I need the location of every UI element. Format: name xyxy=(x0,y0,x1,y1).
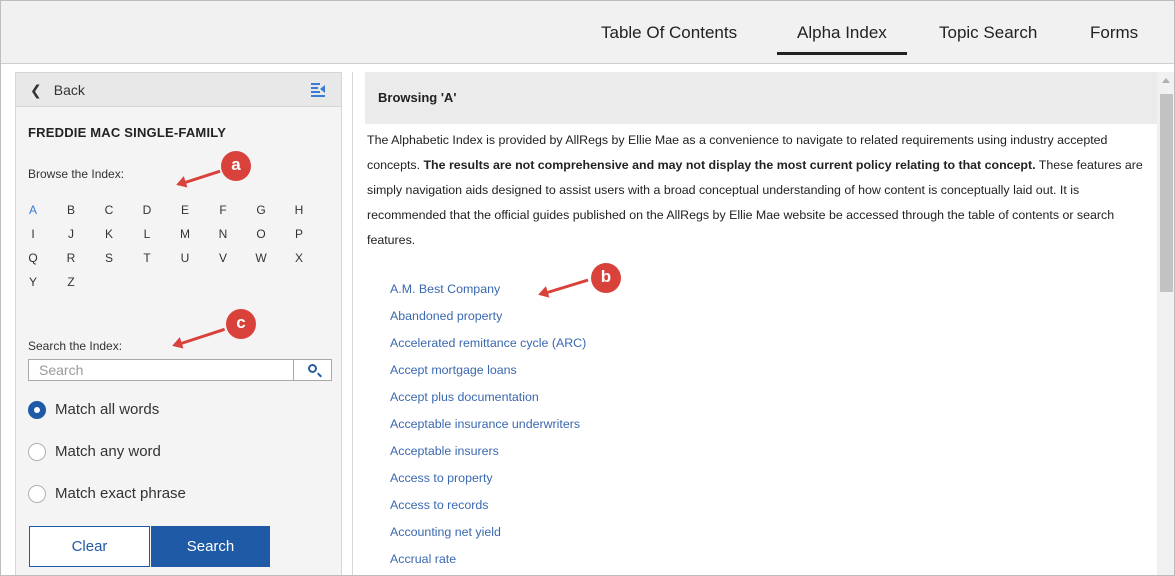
letter-link-d[interactable]: D xyxy=(137,203,157,217)
radio-label: Match all words xyxy=(55,401,160,418)
index-link[interactable]: Accept mortgage loans xyxy=(390,363,517,377)
letter-link-l[interactable]: L xyxy=(137,227,157,241)
search-field xyxy=(28,359,332,381)
chevron-left-icon: ❮ xyxy=(30,82,42,98)
search-input[interactable] xyxy=(39,362,289,378)
letter-link-t[interactable]: T xyxy=(137,251,157,265)
scroll-up-arrow-icon[interactable] xyxy=(1162,78,1170,83)
letter-link-w[interactable]: W xyxy=(251,251,271,265)
tab-forms[interactable]: Forms xyxy=(1090,23,1138,43)
collapse-panel-icon[interactable] xyxy=(311,82,325,97)
index-sidebar: ❮ Back FREDDIE MAC SINGLE-FAMILY Browse t… xyxy=(15,72,342,575)
letter-link-c[interactable]: C xyxy=(99,203,119,217)
clear-button[interactable]: Clear xyxy=(29,526,150,567)
browse-index-label: Browse the Index: xyxy=(28,167,125,181)
index-link[interactable]: Access to records xyxy=(390,498,488,512)
tab-alpha-index[interactable]: Alpha Index xyxy=(777,23,907,55)
letter-link-k[interactable]: K xyxy=(99,227,119,241)
letter-link-n[interactable]: N xyxy=(213,227,233,241)
index-link[interactable]: A.M. Best Company xyxy=(390,282,500,296)
index-link[interactable]: Acceptable insurers xyxy=(390,444,499,458)
browse-header: Browsing 'A' xyxy=(365,72,1157,124)
intro-paragraph: The Alphabetic Index is provided by AllR… xyxy=(367,128,1152,253)
vertical-scrollbar[interactable] xyxy=(1157,72,1174,575)
letter-link-e[interactable]: E xyxy=(175,203,195,217)
index-link[interactable]: Abandoned property xyxy=(390,309,502,323)
index-results-panel: Browsing 'A' The Alphabetic Index is pro… xyxy=(352,72,1174,575)
letter-link-i[interactable]: I xyxy=(23,227,43,241)
search-submit-button[interactable] xyxy=(293,360,331,380)
tab-topic-search[interactable]: Topic Search xyxy=(939,23,1037,43)
browse-title: Browsing 'A' xyxy=(378,90,457,105)
back-label: Back xyxy=(53,82,85,98)
letter-link-v[interactable]: V xyxy=(213,251,233,265)
index-link[interactable]: Access to property xyxy=(390,471,493,485)
letter-link-u[interactable]: U xyxy=(175,251,195,265)
search-icon xyxy=(308,364,317,373)
letter-link-z[interactable]: Z xyxy=(61,275,81,289)
letter-link-m[interactable]: M xyxy=(175,227,195,241)
index-link[interactable]: Accounting net yield xyxy=(390,525,501,539)
index-link[interactable]: Accept plus documentation xyxy=(390,390,539,404)
sidebar-header: ❮ Back xyxy=(16,73,341,107)
back-button[interactable]: ❮ Back xyxy=(30,82,85,99)
callout-b-badge: b xyxy=(591,263,621,293)
radio-selected-icon xyxy=(28,401,46,419)
letter-link-j[interactable]: J xyxy=(61,227,81,241)
radio-unselected-icon xyxy=(28,485,46,503)
top-navigation: Table Of Contents Alpha Index Topic Sear… xyxy=(1,1,1174,64)
letter-link-h[interactable]: H xyxy=(289,203,309,217)
index-link[interactable]: Acceptable insurance underwriters xyxy=(390,417,580,431)
sidebar-title: FREDDIE MAC SINGLE-FAMILY xyxy=(28,125,227,140)
tab-table-of-contents[interactable]: Table Of Contents xyxy=(601,23,737,43)
letter-link-f[interactable]: F xyxy=(213,203,233,217)
letter-link-o[interactable]: O xyxy=(251,227,271,241)
letter-link-p[interactable]: P xyxy=(289,227,309,241)
radio-label: Match any word xyxy=(55,443,161,460)
scrollbar-thumb[interactable] xyxy=(1160,94,1173,292)
letter-link-r[interactable]: R xyxy=(61,251,81,265)
radio-label: Match exact phrase xyxy=(55,485,186,502)
letter-link-y[interactable]: Y xyxy=(23,275,43,289)
letter-link-g[interactable]: G xyxy=(251,203,271,217)
letter-link-x[interactable]: X xyxy=(289,251,309,265)
letter-link-b[interactable]: B xyxy=(61,203,81,217)
index-link[interactable]: Accrual rate xyxy=(390,552,456,566)
index-link[interactable]: Accelerated remittance cycle (ARC) xyxy=(390,336,586,350)
letter-link-s[interactable]: S xyxy=(99,251,119,265)
letter-link-q[interactable]: Q xyxy=(23,251,43,265)
search-index-label: Search the Index: xyxy=(28,339,123,353)
callout-a-badge: a xyxy=(221,151,251,181)
radio-unselected-icon xyxy=(28,443,46,461)
app-window: Table Of Contents Alpha Index Topic Sear… xyxy=(0,0,1175,576)
search-button[interactable]: Search xyxy=(151,526,270,567)
letter-link-a[interactable]: A xyxy=(23,203,43,217)
callout-c-badge: c xyxy=(226,309,256,339)
intro-bold-text: The results are not comprehensive and ma… xyxy=(423,158,1036,172)
